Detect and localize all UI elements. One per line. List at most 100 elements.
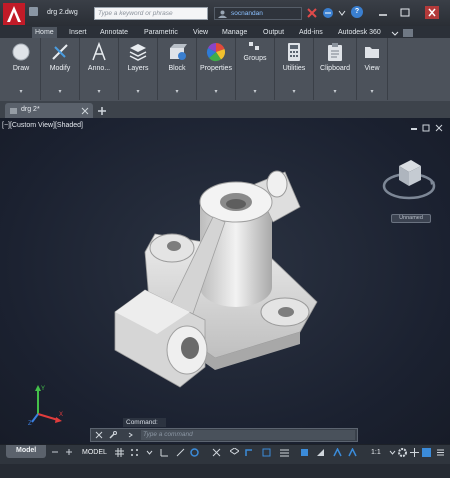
clipboard-icon xyxy=(328,43,342,61)
new-tab-icon[interactable] xyxy=(97,106,107,116)
panel-label: Groups xyxy=(243,55,267,62)
gear-icon[interactable] xyxy=(398,448,407,457)
modify-icon xyxy=(52,44,68,60)
annotation-visibility-icon[interactable] xyxy=(333,448,342,457)
tab-home[interactable]: Home xyxy=(32,27,57,38)
minimize-ribbon-icon[interactable] xyxy=(402,28,414,38)
panel-expand-icon[interactable]: ▾ xyxy=(119,88,157,95)
viewport-controls-label[interactable]: [−][Custom View][Shaded] xyxy=(2,122,83,129)
document-title: drg 2.dwg xyxy=(47,9,78,16)
user-sign-in[interactable]: socnandan xyxy=(214,7,302,20)
panel-modify[interactable]: Modify ▾ xyxy=(41,38,80,100)
add-layout-icon[interactable] xyxy=(64,448,74,456)
connect-icon[interactable] xyxy=(322,7,334,19)
customize-icon[interactable] xyxy=(436,448,445,457)
layout-tab-icon[interactable] xyxy=(50,448,60,456)
file-tab-drg2[interactable]: drg 2* xyxy=(5,103,93,118)
ucs-dynamic-icon[interactable] xyxy=(245,448,254,457)
panel-expand-icon[interactable]: ▾ xyxy=(158,88,196,95)
panel-properties[interactable]: Properties ▾ xyxy=(197,38,236,100)
tab-insert[interactable]: Insert xyxy=(66,27,90,38)
ucs-dropdown[interactable]: Unnamed xyxy=(391,214,431,223)
exchange-icon[interactable] xyxy=(306,7,318,19)
close-tab-icon[interactable] xyxy=(81,107,89,115)
model-tab-label: Model xyxy=(16,447,37,454)
chevron-down-icon[interactable] xyxy=(388,448,397,457)
file-tab-label: drg 2* xyxy=(21,106,40,113)
object-snap-tracking-icon[interactable] xyxy=(212,448,221,457)
grid-icon[interactable] xyxy=(115,448,124,457)
ortho-icon[interactable] xyxy=(160,448,169,457)
close-icon[interactable] xyxy=(425,6,439,19)
chevron-down-icon[interactable] xyxy=(145,448,154,457)
autoscale-icon[interactable] xyxy=(348,448,357,457)
ucs-axis-icon: Y X Z xyxy=(28,385,63,426)
panel-label: Modify xyxy=(49,65,71,72)
panel-view[interactable]: View ▾ xyxy=(357,38,388,100)
viewport-window-controls[interactable] xyxy=(410,124,444,132)
svg-text:Z: Z xyxy=(28,421,32,426)
user-name: socnandan xyxy=(231,10,263,17)
tab-add-ins[interactable]: Add-ins xyxy=(296,27,326,38)
panel-expand-icon[interactable]: ▾ xyxy=(236,88,274,95)
model-space-button[interactable]: MODEL xyxy=(82,449,107,456)
fullscreen-icon[interactable] xyxy=(422,448,431,457)
panel-expand-icon[interactable]: ▾ xyxy=(197,88,235,95)
wrench-icon[interactable] xyxy=(109,431,117,439)
panel-utilities[interactable]: Utilities ▾ xyxy=(275,38,314,100)
isodraft-icon[interactable] xyxy=(230,448,239,457)
panel-block[interactable]: Block ▾ xyxy=(158,38,197,100)
tab-view[interactable]: View xyxy=(190,27,211,38)
panel-label: Utilities xyxy=(282,65,306,72)
search-input[interactable]: Type a keyword or phrase xyxy=(94,7,208,20)
panel-clipboard[interactable]: Clipboard ▾ xyxy=(314,38,357,100)
panel-groups[interactable]: Groups ▾ xyxy=(236,38,275,100)
command-prompt-icon xyxy=(128,432,133,438)
panel-expand-icon[interactable]: ▾ xyxy=(80,88,118,95)
panel-annotation[interactable]: Anno... ▾ xyxy=(80,38,119,100)
calculator-icon xyxy=(288,43,300,61)
panel-label: Draw xyxy=(12,65,30,72)
layers-icon xyxy=(129,44,147,61)
osnap-3d-icon[interactable] xyxy=(190,448,199,457)
annotation-monitor-icon[interactable] xyxy=(316,448,325,457)
lineweight-icon[interactable] xyxy=(280,448,289,457)
chevron-down-icon[interactable] xyxy=(337,7,347,19)
plus-icon[interactable] xyxy=(410,448,419,457)
minimize-icon[interactable] xyxy=(376,6,390,19)
panel-expand-icon[interactable]: ▾ xyxy=(275,88,313,95)
tab-manage[interactable]: Manage xyxy=(219,27,250,38)
panel-expand-icon[interactable]: ▾ xyxy=(2,88,40,95)
panel-expand-icon[interactable]: ▾ xyxy=(357,88,387,95)
view-icon xyxy=(365,47,379,58)
svg-text:Y: Y xyxy=(41,386,45,392)
polar-icon[interactable] xyxy=(176,448,185,457)
tab-annotate[interactable]: Annotate xyxy=(97,27,131,38)
tab-output[interactable]: Output xyxy=(260,27,287,38)
command-input[interactable]: Type a command xyxy=(141,430,355,440)
panel-label: View xyxy=(364,65,380,72)
autocad-logo-icon[interactable] xyxy=(3,3,25,25)
panel-expand-icon[interactable]: ▾ xyxy=(314,88,356,95)
viewcube[interactable] xyxy=(380,152,438,208)
help-icon[interactable]: ? xyxy=(351,6,363,18)
transparency-icon[interactable] xyxy=(300,448,309,457)
block-icon xyxy=(170,44,187,60)
tab-autodesk-360[interactable]: Autodesk 360 xyxy=(335,27,384,38)
file-menu-icon[interactable] xyxy=(9,107,18,115)
close-icon[interactable] xyxy=(95,431,103,439)
model-layout-tab[interactable]: Model xyxy=(6,445,46,458)
restore-icon[interactable] xyxy=(398,6,412,19)
panel-expand-icon[interactable]: ▾ xyxy=(41,88,79,95)
command-line[interactable]: Type a command xyxy=(90,428,358,442)
quick-access-new-icon[interactable] xyxy=(29,7,38,16)
annotation-scale[interactable]: 1:1 xyxy=(371,449,381,456)
panel-draw[interactable]: Draw ▾ xyxy=(2,38,41,100)
snap-icon[interactable] xyxy=(130,448,139,457)
tab-parametric[interactable]: Parametric xyxy=(141,27,181,38)
tab-dropdown-icon[interactable] xyxy=(391,29,399,37)
selection-cycling-icon[interactable] xyxy=(262,448,271,457)
annotation-icon xyxy=(92,42,106,61)
svg-text:X: X xyxy=(59,412,63,418)
panel-layers[interactable]: Layers ▾ xyxy=(119,38,158,100)
